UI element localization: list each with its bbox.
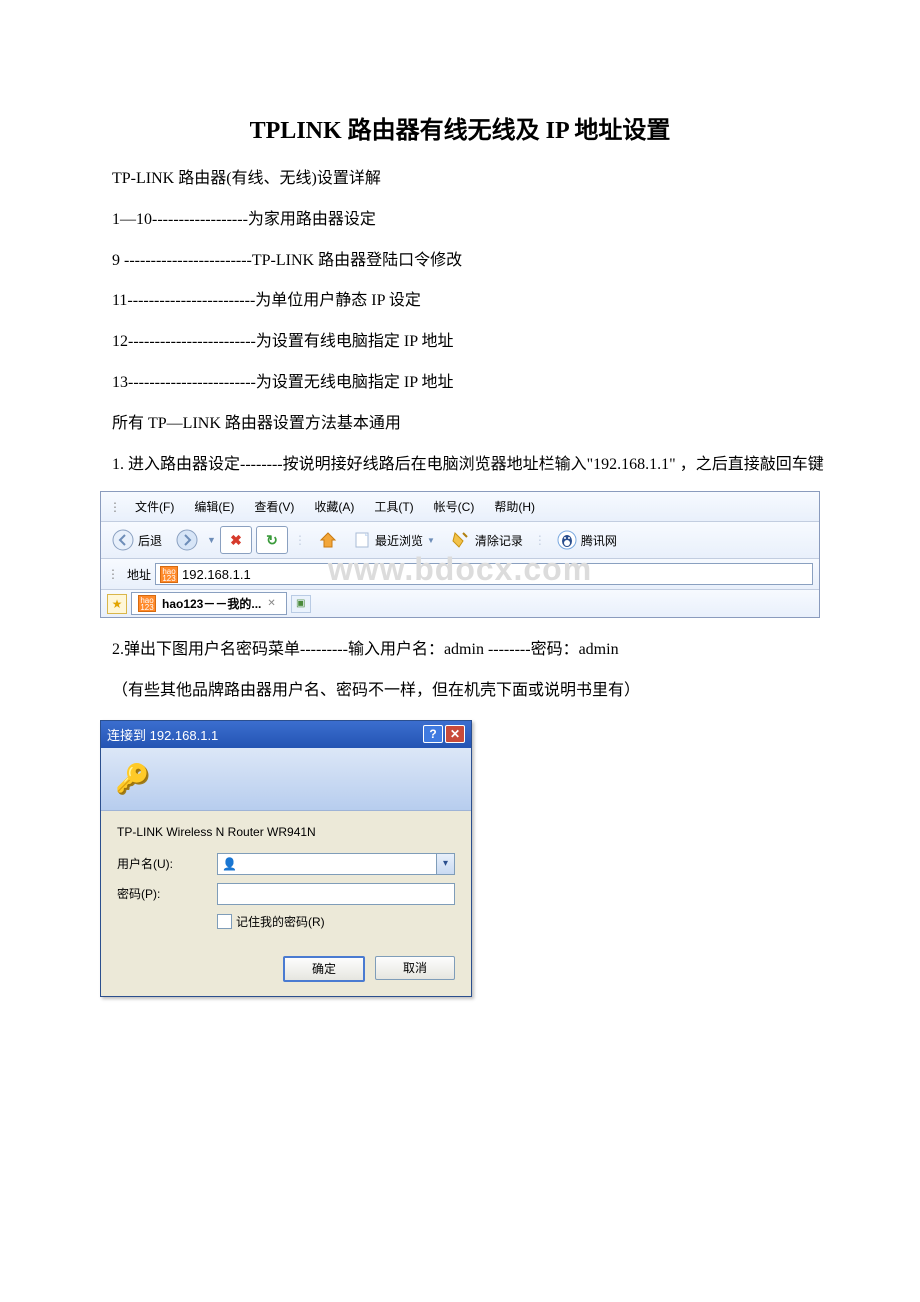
tab-bar: ★ hao 123 hao123－－我的... ✕ ▣ (101, 590, 819, 617)
address-input[interactable]: hao 123 192.168.1.1 (155, 563, 813, 585)
toolbar: 后退 ▼ ✖ ↻ ⋮ 最近浏览 ▼ 清除记录 (101, 522, 819, 559)
close-button[interactable]: ✕ (445, 725, 465, 743)
text-toc-2: 9 ------------------------TP-LINK 路由器登陆口… (80, 247, 840, 276)
login-dialog: 连接到 192.168.1.1 ? ✕ 🔑 TP-LINK Wireless N… (100, 720, 472, 997)
clear-label: 清除记录 (475, 532, 523, 549)
menu-tools[interactable]: 工具(T) (364, 496, 423, 517)
chevron-down-icon[interactable]: ▼ (207, 535, 216, 545)
dialog-banner: 🔑 (101, 748, 471, 811)
cancel-button[interactable]: 取消 (375, 956, 455, 980)
page-title: TPLINK 路由器有线无线及 IP 地址设置 (80, 110, 840, 145)
password-input[interactable] (217, 883, 455, 905)
tencent-label: 腾讯网 (581, 532, 617, 549)
hao123-icon: hao 123 (138, 595, 156, 612)
menu-view[interactable]: 查看(V) (244, 496, 304, 517)
home-button[interactable] (312, 526, 344, 554)
chevron-down-icon: ▼ (427, 536, 435, 545)
favorites-icon[interactable]: ★ (107, 594, 127, 614)
address-bar: www.bdocx.com ⋮ 地址 hao 123 192.168.1.1 (101, 559, 819, 590)
dialog-title-text: 连接到 192.168.1.1 (107, 725, 218, 744)
text-intro: TP-LINK 路由器(有线、无线)设置详解 (80, 165, 840, 194)
text-step1: 1. 进入路由器设定--------按说明接好线路后在电脑浏览器地址栏输入"19… (80, 451, 840, 480)
home-icon (317, 529, 339, 551)
dialog-titlebar: 连接到 192.168.1.1 ? ✕ (101, 721, 471, 748)
text-toc-1: 1—10------------------为家用路由器设定 (80, 206, 840, 235)
text-step2: 2.弹出下图用户名密码菜单---------输入用户名：admin ------… (80, 636, 840, 665)
grip-icon: ⋮ (107, 567, 123, 581)
recent-button[interactable]: 最近浏览 ▼ (348, 528, 440, 552)
dialog-body: TP-LINK Wireless N Router WR941N 用户名(U):… (101, 811, 471, 940)
username-input[interactable]: 👤 ▾ (217, 853, 455, 875)
new-tab-button[interactable]: ▣ (291, 595, 311, 613)
menu-edit[interactable]: 编辑(E) (184, 496, 244, 517)
username-row: 用户名(U): 👤 ▾ (117, 853, 455, 875)
password-row: 密码(P): (117, 883, 455, 905)
remember-label: 记住我的密码(R) (236, 913, 325, 930)
remember-checkbox[interactable] (217, 914, 232, 929)
menu-file[interactable]: 文件(F) (125, 496, 184, 517)
chevron-down-icon: ▾ (443, 858, 448, 869)
separator-icon: ⋮ (292, 533, 308, 547)
text-toc-3: 11------------------------为单位用户静态 IP 设定 (80, 287, 840, 316)
user-icon: 👤 (222, 857, 237, 871)
recent-label: 最近浏览 (375, 532, 423, 549)
forward-icon (176, 529, 198, 551)
grip-icon: ⋮ (109, 500, 125, 514)
back-label: 后退 (138, 532, 162, 549)
browser-window: ⋮ 文件(F) 编辑(E) 查看(V) 收藏(A) 工具(T) 帐号(C) 帮助… (100, 491, 820, 618)
browser-tab[interactable]: hao 123 hao123－－我的... ✕ (131, 592, 287, 615)
address-value: 192.168.1.1 (178, 567, 251, 582)
username-label: 用户名(U): (117, 855, 217, 872)
dropdown-button[interactable]: ▾ (436, 854, 454, 874)
back-button[interactable]: 后退 (107, 526, 167, 554)
hao123-icon: hao 123 (160, 566, 178, 583)
menu-bar: ⋮ 文件(F) 编辑(E) 查看(V) 收藏(A) 工具(T) 帐号(C) 帮助… (101, 492, 819, 522)
refresh-icon: ↻ (266, 532, 278, 549)
menu-account[interactable]: 帐号(C) (424, 496, 485, 517)
text-note: 所有 TP—LINK 路由器设置方法基本通用 (80, 410, 840, 439)
refresh-button[interactable]: ↻ (256, 526, 288, 554)
broom-icon (449, 529, 471, 551)
text-toc-4: 12------------------------为设置有线电脑指定 IP 地… (80, 328, 840, 357)
tencent-button[interactable]: 腾讯网 (552, 527, 622, 553)
stop-icon: ✖ (230, 532, 242, 549)
tab-title: hao123－－我的... (162, 595, 261, 612)
back-icon (112, 529, 134, 551)
page-icon (353, 531, 371, 549)
keys-icon: 🔑 (115, 762, 150, 795)
close-tab-icon[interactable]: ✕ (267, 598, 275, 609)
help-button[interactable]: ? (423, 725, 443, 743)
menu-help[interactable]: 帮助(H) (484, 496, 545, 517)
separator-icon: ⋮ (532, 533, 548, 547)
forward-button[interactable] (171, 526, 203, 554)
text-step2-note: （有些其他品牌路由器用户名、密码不一样，但在机壳下面或说明书里有） (80, 677, 840, 706)
server-name: TP-LINK Wireless N Router WR941N (117, 825, 455, 839)
stop-button[interactable]: ✖ (220, 526, 252, 554)
remember-row[interactable]: 记住我的密码(R) (217, 913, 455, 930)
password-label: 密码(P): (117, 885, 217, 902)
dialog-buttons: 确定 取消 (101, 940, 471, 996)
menu-favorites[interactable]: 收藏(A) (304, 496, 364, 517)
penguin-icon (557, 530, 577, 550)
plus-icon: ▣ (296, 598, 305, 609)
text-toc-5: 13------------------------为设置无线电脑指定 IP 地… (80, 369, 840, 398)
ok-button[interactable]: 确定 (283, 956, 365, 982)
clear-history-button[interactable]: 清除记录 (444, 526, 528, 554)
address-label: 地址 (123, 566, 155, 583)
